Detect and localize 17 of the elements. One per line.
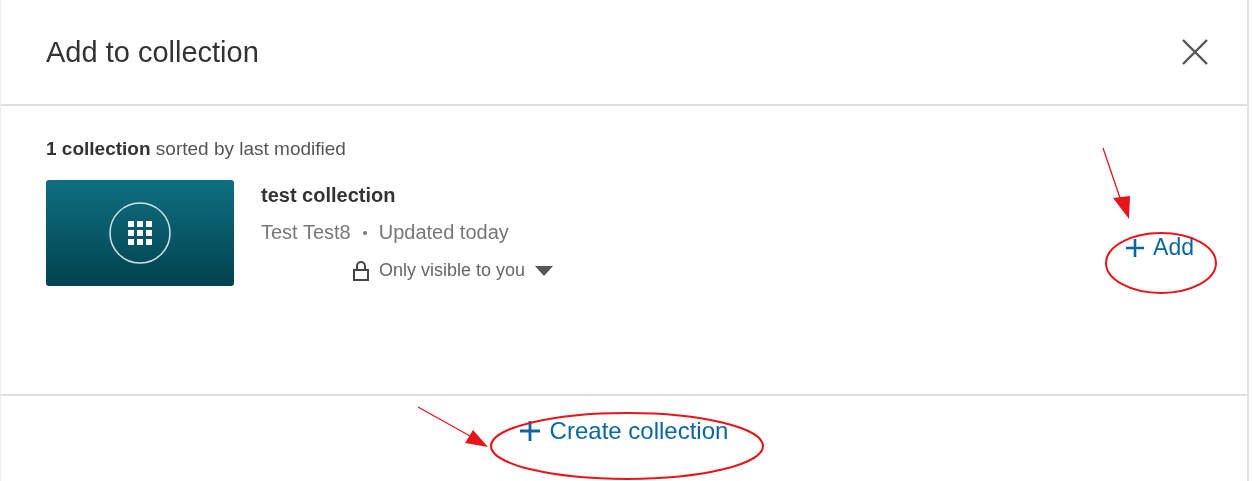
dialog-title: Add to collection bbox=[46, 35, 259, 69]
annotation-arrow bbox=[1102, 147, 1130, 219]
visibility-dropdown[interactable]: Only visible to you bbox=[353, 260, 554, 281]
create-collection-button[interactable]: Create collection bbox=[519, 416, 729, 445]
annotation-arrow bbox=[417, 406, 488, 447]
plus-icon bbox=[1126, 238, 1145, 257]
add-button[interactable]: Add bbox=[1126, 234, 1194, 261]
separator-dot bbox=[362, 230, 367, 235]
plus-icon bbox=[519, 420, 540, 441]
caret-icon bbox=[535, 265, 554, 276]
collection-updated: Updated today bbox=[378, 221, 509, 244]
grid-icon bbox=[108, 201, 172, 265]
collection-owner: Test Test8 bbox=[261, 221, 351, 244]
close-icon[interactable] bbox=[1181, 38, 1209, 66]
collection-count-text: 1 collection sorted by last modified bbox=[46, 138, 347, 160]
lock-icon bbox=[353, 260, 369, 281]
collection-name[interactable]: test collection bbox=[261, 184, 554, 207]
